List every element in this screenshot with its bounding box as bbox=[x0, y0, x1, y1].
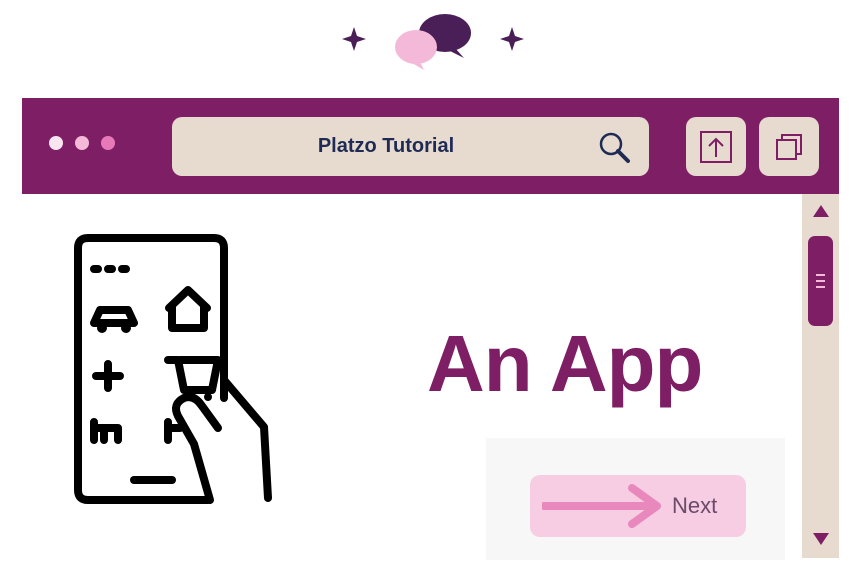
arrow-right-icon bbox=[542, 484, 661, 528]
triangle-down-icon[interactable] bbox=[812, 532, 830, 546]
share-button[interactable] bbox=[686, 117, 746, 176]
scrollbar-thumb[interactable] bbox=[808, 236, 833, 326]
thumb-grip-line bbox=[816, 286, 825, 288]
triangle-up-icon[interactable] bbox=[812, 204, 830, 218]
next-panel: Next bbox=[486, 438, 785, 560]
page-title: Platzo Tutorial bbox=[317, 135, 455, 157]
vertical-scrollbar[interactable] bbox=[802, 194, 839, 558]
search-icon[interactable] bbox=[597, 130, 633, 166]
next-button-label: Next bbox=[672, 493, 718, 518]
window-controls bbox=[49, 136, 115, 150]
copy-icon bbox=[776, 134, 802, 160]
next-button[interactable]: Next bbox=[530, 475, 746, 537]
window-dot-light[interactable] bbox=[49, 136, 63, 150]
thumb-grip-line bbox=[816, 274, 825, 276]
smartphone-app-icons-icon bbox=[74, 234, 272, 504]
sparkle-icon-right bbox=[500, 27, 524, 51]
copy-button[interactable] bbox=[759, 117, 819, 176]
upload-icon bbox=[700, 131, 732, 163]
app-window: Platzo Tutorial An App Next bbox=[22, 98, 839, 568]
address-bar[interactable]: Platzo Tutorial bbox=[172, 117, 649, 176]
window-dot-magenta[interactable] bbox=[101, 136, 115, 150]
chat-bubble-light-icon bbox=[395, 30, 437, 70]
thumb-grip-line bbox=[816, 280, 825, 282]
sparkle-icon-left bbox=[342, 27, 366, 51]
chat-bubbles-logo bbox=[342, 14, 524, 70]
page-heading: An App bbox=[427, 319, 703, 408]
title-bar: Platzo Tutorial bbox=[22, 98, 839, 194]
window-dot-pink[interactable] bbox=[75, 136, 89, 150]
